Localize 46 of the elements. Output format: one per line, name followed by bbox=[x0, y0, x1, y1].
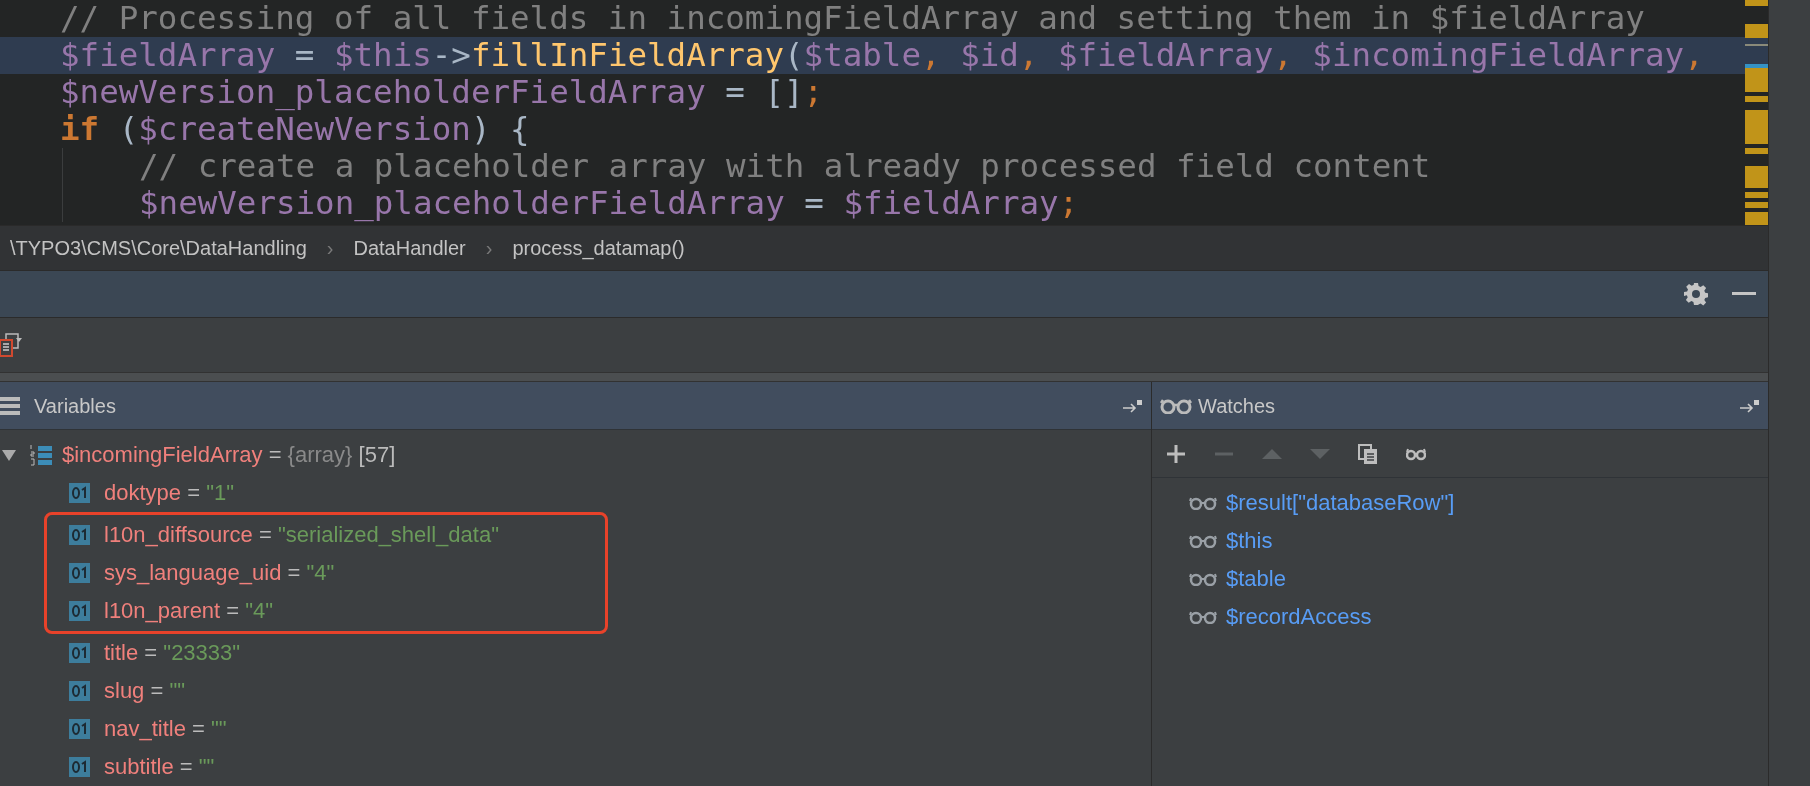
glasses-icon bbox=[1160, 397, 1192, 414]
code-line: // Processing of all fields in incomingFieldArray and setting them in $fieldArray bbox=[59, 0, 1646, 37]
array-icon bbox=[30, 444, 52, 466]
variable-entry[interactable]: subtitle = "" bbox=[104, 748, 215, 786]
panel-title: Variables bbox=[34, 393, 116, 419]
variable-entry[interactable]: nav_title = "" bbox=[104, 710, 227, 748]
value-type-icon bbox=[69, 601, 90, 621]
expanded-arrow-icon[interactable] bbox=[2, 448, 16, 462]
glasses-icon bbox=[1189, 534, 1217, 548]
value-type-icon bbox=[69, 483, 90, 503]
settings-icon[interactable] bbox=[1684, 282, 1708, 306]
pin-icon[interactable] bbox=[1740, 398, 1760, 413]
restore-layout-icon[interactable] bbox=[0, 332, 24, 358]
watch-expression[interactable]: $recordAccess bbox=[1226, 598, 1372, 636]
variable-entry[interactable]: title = "23333" bbox=[104, 634, 241, 672]
glasses-icon bbox=[1189, 572, 1217, 586]
breadcrumb-item[interactable]: process_datamap() bbox=[512, 233, 685, 263]
value-type-icon bbox=[69, 525, 90, 545]
glasses-icon bbox=[1189, 496, 1217, 510]
list-icon bbox=[0, 395, 20, 416]
code-line: if ($createNewVersion) { bbox=[59, 111, 530, 148]
value-type-icon bbox=[69, 757, 90, 777]
breadcrumb-item[interactable]: DataHandler bbox=[353, 233, 466, 263]
variable-entry[interactable]: doktype = "1" bbox=[104, 474, 234, 512]
panel-title: Watches bbox=[1198, 393, 1276, 419]
value-type-icon bbox=[69, 719, 90, 739]
variable-entry[interactable]: $incomingFieldArray = {array} [57] bbox=[62, 436, 396, 474]
value-type-icon bbox=[69, 681, 90, 701]
glasses-icon bbox=[1189, 610, 1217, 624]
code-line: $newVersion_placeholderFieldArray = []; bbox=[59, 74, 825, 111]
watch-expression[interactable]: $result["databaseRow"] bbox=[1226, 484, 1455, 522]
value-type-icon bbox=[69, 643, 90, 663]
variable-entry[interactable]: sys_language_uid = "4" bbox=[104, 554, 335, 592]
variable-entry[interactable]: l10n_parent = "4" bbox=[104, 592, 274, 630]
variable-entry[interactable]: l10n_diffsource = "serialized_shell_data" bbox=[104, 516, 499, 554]
breadcrumb-separator: › bbox=[326, 236, 334, 261]
value-type-icon bbox=[69, 563, 90, 583]
add-icon[interactable] bbox=[1166, 443, 1186, 464]
minimize-icon[interactable] bbox=[1732, 292, 1756, 296]
breadcrumb-item[interactable]: \TYPO3\CMS\Core\DataHandling bbox=[10, 233, 307, 263]
breadcrumb-separator: › bbox=[485, 236, 493, 261]
copy-icon[interactable] bbox=[1358, 443, 1378, 464]
variable-entry[interactable]: slug = "" bbox=[104, 672, 186, 710]
watch-expression[interactable]: $table bbox=[1226, 560, 1286, 598]
watch-expression[interactable]: $this bbox=[1226, 522, 1273, 560]
pin-icon[interactable] bbox=[1123, 398, 1143, 413]
